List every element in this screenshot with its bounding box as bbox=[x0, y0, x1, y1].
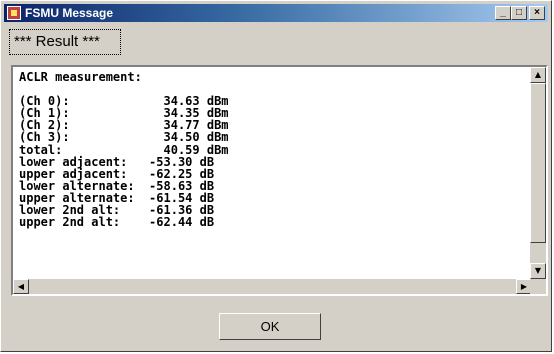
app-icon bbox=[7, 6, 21, 20]
close-button[interactable]: × bbox=[529, 6, 545, 20]
scroll-left-arrow-icon[interactable]: ◀ bbox=[13, 279, 29, 294]
text-line: (Ch 3): 34.50 dBm bbox=[19, 130, 229, 145]
text-line: lower adjacent: -53.30 dB bbox=[19, 154, 215, 169]
minimize-button[interactable]: _ bbox=[495, 6, 511, 20]
window-title: FSMU Message bbox=[25, 6, 114, 20]
result-text-panel[interactable]: ACLR measurement: (Ch 0): 34.63 dBm (Ch … bbox=[11, 65, 548, 296]
text-line: total: 40.59 dBm bbox=[19, 142, 229, 157]
scroll-down-arrow-icon[interactable]: ▼ bbox=[530, 263, 546, 279]
vertical-scroll-thumb[interactable] bbox=[530, 83, 546, 243]
result-text: ACLR measurement: (Ch 0): 34.63 dBm (Ch … bbox=[19, 71, 529, 279]
title-bar[interactable]: FSMU Message _ □ × bbox=[4, 4, 548, 22]
scrollbar-corner bbox=[530, 279, 546, 294]
dialog-window: FSMU Message _ □ × *** Result *** ACLR m… bbox=[0, 0, 552, 352]
text-line: ACLR measurement: bbox=[19, 71, 142, 84]
text-line: upper 2nd alt: -62.44 dB bbox=[19, 215, 215, 230]
ok-button[interactable]: OK bbox=[219, 313, 321, 340]
maximize-button[interactable]: □ bbox=[511, 6, 527, 20]
scroll-up-arrow-icon[interactable]: ▲ bbox=[530, 67, 546, 83]
result-group: *** Result *** bbox=[9, 29, 121, 55]
vertical-scrollbar[interactable]: ▲ ▼ bbox=[530, 67, 546, 279]
horizontal-scrollbar[interactable]: ◀ ▶ bbox=[13, 279, 532, 294]
result-label: *** Result *** bbox=[14, 33, 100, 50]
